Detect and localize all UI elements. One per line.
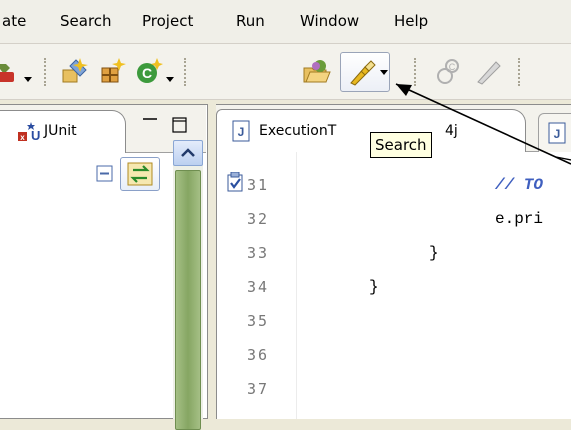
new-class-icon[interactable]	[98, 56, 128, 86]
svg-text:U: U	[31, 128, 40, 143]
code-line: }	[369, 278, 379, 296]
menu-bar: ate Search Project Run Window Help	[0, 0, 571, 44]
main-toolbar: C C	[0, 44, 571, 100]
line-number: 32	[247, 210, 270, 228]
toolbar-separator	[184, 58, 186, 86]
junit-icon: x U	[18, 122, 40, 143]
svg-text:C: C	[449, 62, 456, 72]
tab-execution-label-tail: 4j	[445, 123, 458, 139]
minimize-icon[interactable]	[142, 117, 158, 131]
line-number: 31	[247, 176, 270, 194]
menu-project[interactable]: Project	[142, 12, 193, 30]
toolbar-separator	[518, 58, 520, 86]
task-marker-icon[interactable]	[227, 172, 245, 192]
arrow-up-icon	[181, 148, 195, 157]
tab-junit[interactable]: x U JUnit	[0, 110, 126, 153]
code-line: // TO	[495, 176, 544, 194]
chevron-down-icon[interactable]	[166, 68, 174, 82]
link-with-editor-icon	[127, 162, 153, 186]
maximize-icon[interactable]	[172, 117, 188, 133]
search-button[interactable]	[340, 52, 390, 92]
code-line: e.pri	[495, 210, 544, 228]
svg-text:J: J	[554, 127, 561, 141]
java-file-icon: J	[232, 120, 250, 142]
search-tooltip: Search	[370, 132, 432, 158]
toolbar-separator	[44, 58, 46, 86]
chevron-down-icon	[380, 70, 388, 75]
new-java-class-icon[interactable]: C	[134, 56, 164, 86]
line-number: 36	[247, 346, 270, 364]
svg-text:J: J	[238, 125, 245, 139]
collapse-all-icon[interactable]	[96, 165, 114, 183]
svg-text:x: x	[20, 133, 25, 142]
java-file-icon: J	[548, 122, 566, 144]
menu-run[interactable]: Run	[236, 12, 265, 30]
code-line: }	[429, 244, 439, 262]
line-number-gutter: 31 32 33 34 35 36 37	[217, 152, 297, 419]
tab-junit-label: JUnit	[44, 123, 77, 139]
last-edit-icon[interactable]: C	[434, 56, 464, 86]
link-with-editor-button[interactable]	[120, 157, 160, 191]
svg-text:C: C	[142, 65, 152, 81]
new-package-icon[interactable]	[60, 56, 90, 86]
external-tool-icon[interactable]	[0, 56, 20, 86]
tab-second-file[interactable]: J	[538, 113, 571, 153]
open-type-icon[interactable]	[302, 56, 332, 86]
line-number: 35	[247, 312, 270, 330]
vertical-scrollbar[interactable]	[173, 140, 203, 430]
scroll-up-button[interactable]	[173, 140, 203, 166]
flashlight-icon	[350, 60, 376, 86]
chevron-down-icon[interactable]	[24, 68, 32, 82]
toolbar-separator	[414, 58, 416, 86]
scroll-thumb[interactable]	[175, 170, 201, 430]
menu-window[interactable]: Window	[300, 12, 359, 30]
line-number: 37	[247, 380, 270, 398]
pen-icon[interactable]	[474, 56, 504, 86]
menu-help[interactable]: Help	[394, 12, 428, 30]
line-number: 33	[247, 244, 270, 262]
code-editor[interactable]: 31 32 33 34 35 36 37 // TO e.pri } }	[216, 152, 571, 419]
line-number: 34	[247, 278, 270, 296]
menu-navigate[interactable]: ate	[2, 12, 26, 30]
menu-search[interactable]: Search	[60, 12, 112, 30]
tab-execution-label: ExecutionT	[259, 123, 337, 139]
